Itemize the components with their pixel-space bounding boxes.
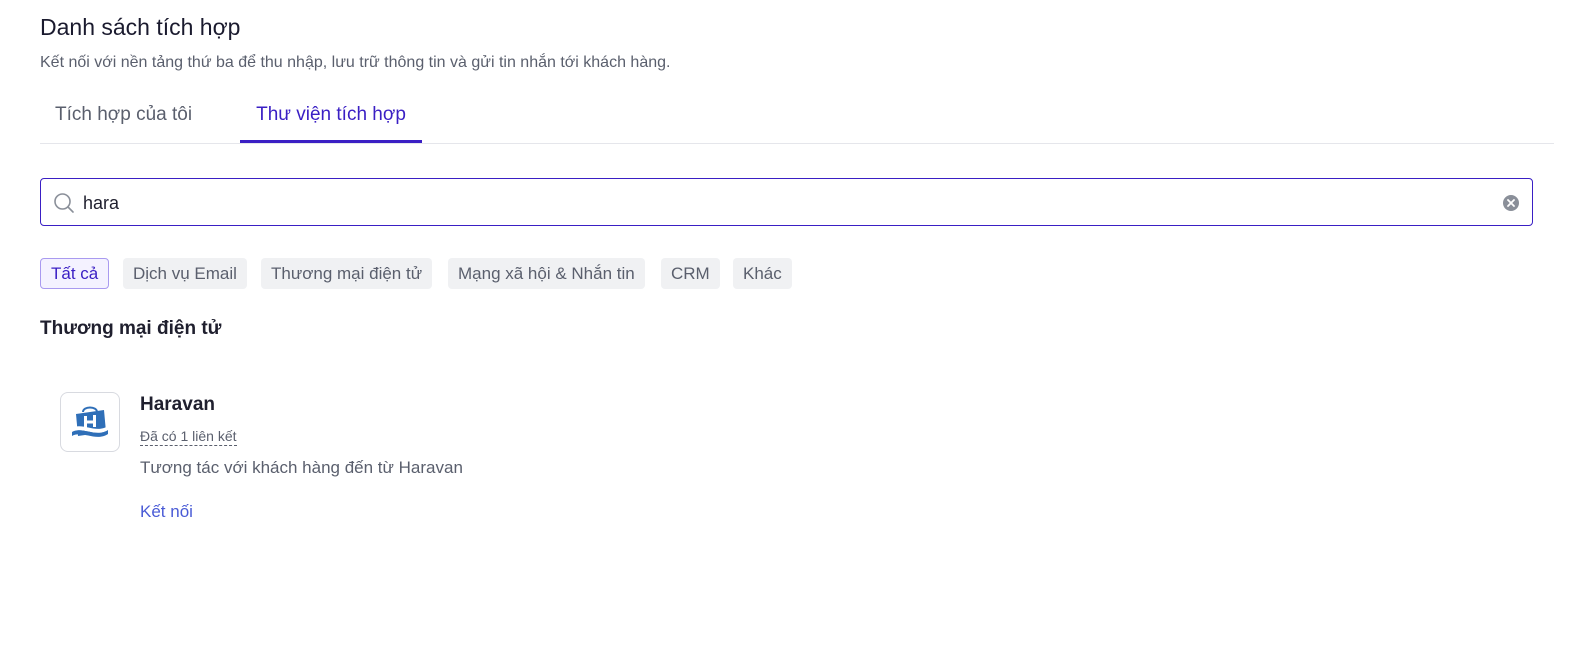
filter-chip-all[interactable]: Tất cả <box>40 258 110 289</box>
haravan-logo <box>60 392 120 452</box>
filter-chip-ecommerce[interactable]: Thương mại điện tử <box>261 258 433 289</box>
search-icon <box>53 192 75 214</box>
page-title: Danh sách tích hợp <box>40 14 241 40</box>
tab-integration-library[interactable]: Thư viện tích hợp <box>240 92 422 143</box>
tab-my-integrations[interactable]: Tích hợp của tôi <box>55 92 192 142</box>
section-title: Thương mại điện tử <box>40 318 222 339</box>
integration-name: Haravan <box>140 394 215 415</box>
linked-count[interactable]: Đã có 1 liên kết <box>140 428 237 446</box>
filter-chip-email[interactable]: Dịch vụ Email <box>123 258 247 289</box>
integration-description: Tương tác với khách hàng đến từ Haravan <box>140 458 463 477</box>
integration-card: Haravan Đã có 1 liên kết Tương tác với k… <box>60 392 760 542</box>
filter-chip-other[interactable]: Khác <box>733 258 792 289</box>
connect-link[interactable]: Kết nối <box>140 502 193 522</box>
filter-chip-crm[interactable]: CRM <box>661 258 720 289</box>
search-box <box>40 178 1533 226</box>
clear-icon[interactable] <box>1502 194 1520 212</box>
search-input[interactable] <box>83 188 1483 218</box>
tab-bar: Tích hợp của tôi Thư viện tích hợp <box>40 92 1554 144</box>
filter-chip-social[interactable]: Mạng xã hội & Nhắn tin <box>448 258 645 289</box>
page-subtitle: Kết nối với nền tảng thứ ba để thu nhập,… <box>40 54 671 71</box>
